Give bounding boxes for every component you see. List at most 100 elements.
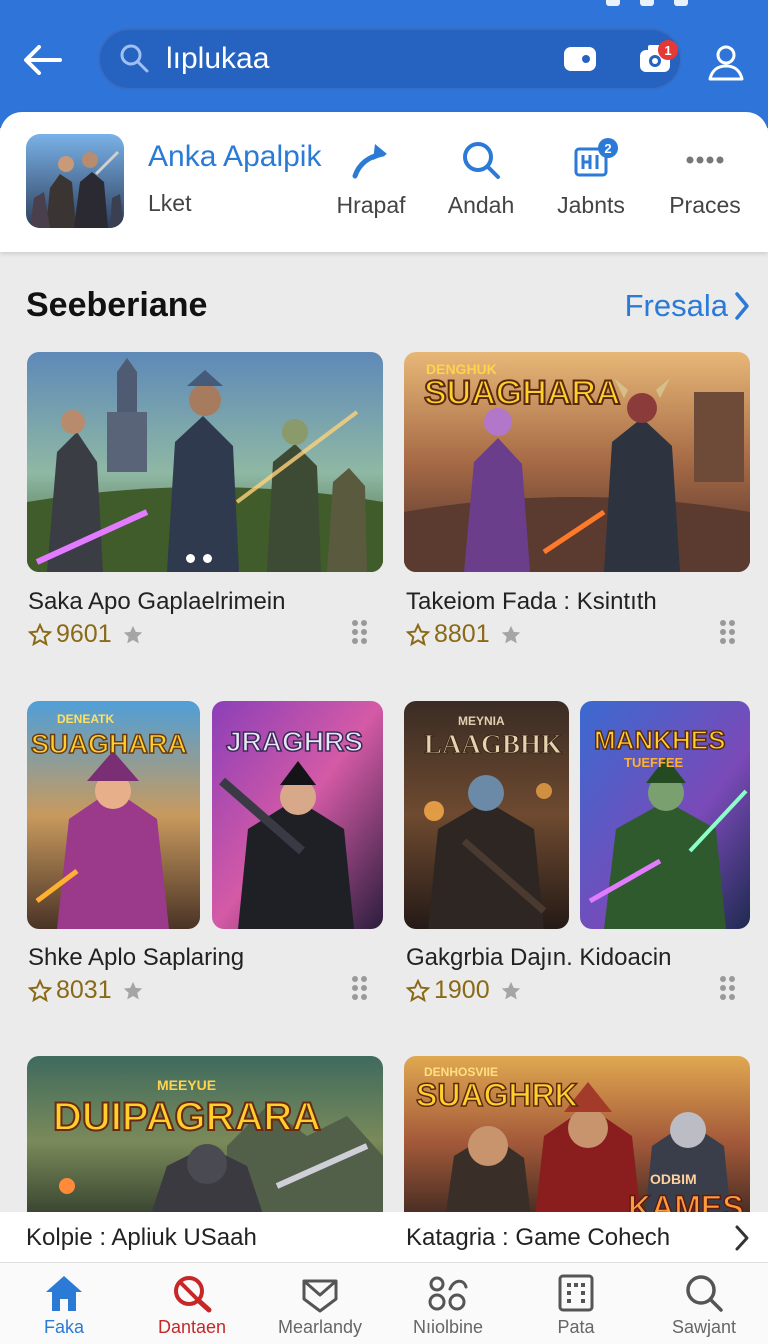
game-poster[interactable]: MANKHES TUEFFEE: [580, 701, 750, 929]
game-poster[interactable]: MEYNIA LAAGBHK: [404, 701, 569, 929]
more-options-icon[interactable]: [718, 974, 738, 1004]
dialpad-icon: [558, 1274, 594, 1312]
game-rating: 8801: [406, 620, 522, 649]
star-outline-icon: [28, 978, 52, 1002]
poster-title: DUIPAGRARA: [53, 1095, 321, 1139]
game-poster[interactable]: JRAGHRS: [212, 701, 383, 929]
quick-action-label: Praces: [669, 192, 741, 218]
app-subtitle: Lket: [148, 190, 192, 216]
game-poster[interactable]: [27, 352, 383, 572]
rating-value: 8801: [434, 620, 490, 648]
star-icon: [501, 625, 520, 643]
back-button[interactable]: [18, 36, 66, 84]
nav-label: Pata: [557, 1317, 595, 1337]
rating-value: 9601: [56, 620, 112, 648]
app-icon[interactable]: [26, 134, 124, 228]
poster-title: JRAGHRS: [226, 726, 363, 757]
poster-title: MANKHES: [594, 725, 725, 755]
game-title: Takeiom Fada : Ksintıth: [406, 588, 657, 615]
pager-dots: [186, 554, 212, 563]
bottom-navigation: Faka Dantaen Mearlandy Nıiolbine Pata Sa…: [0, 1262, 768, 1344]
see-more-link[interactable]: Fresala: [625, 288, 750, 324]
info-strip: Kolpie : Apliuk USaah Katagria : Game Co…: [0, 1212, 768, 1262]
game-rating: 1900: [406, 976, 522, 1005]
back-arrow-icon: [24, 45, 62, 75]
poster-subtitle: ODBIM: [650, 1171, 697, 1187]
blocked-search-icon: [174, 1276, 212, 1313]
app-header-card: Anka Apalpik Lket Hrapaf Andah 2 Jabnts …: [0, 112, 768, 252]
search-icon: [463, 142, 500, 179]
nav-item-apps[interactable]: Nıiolbine: [384, 1263, 512, 1344]
share-arrow-icon: [352, 144, 387, 179]
quick-action-grid[interactable]: 2 Jabnts: [536, 138, 646, 219]
count-badge: 2: [598, 138, 618, 158]
nav-label: Sawjant: [671, 1317, 737, 1337]
notification-badge: 1: [658, 40, 678, 60]
more-options-icon[interactable]: [350, 618, 370, 648]
nav-label: Dantaen: [157, 1317, 227, 1337]
more-options-icon[interactable]: [718, 618, 738, 648]
game-title: Shke Aplo Saplaring: [28, 944, 245, 971]
star-icon: [123, 981, 142, 999]
top-app-bar: 1: [0, 0, 768, 128]
rating-value: 8031: [56, 976, 112, 1004]
nav-item-mail[interactable]: Mearlandy: [256, 1263, 384, 1344]
nav-item-dialpad[interactable]: Pata: [512, 1263, 640, 1344]
poster-subtitle: MEEYUE: [157, 1077, 216, 1093]
game-poster[interactable]: DENHOSVIIE SUAGHRK ODBIM KAMES: [404, 1056, 750, 1226]
poster-subtitle: TUEFFEE: [624, 755, 684, 770]
poster-title: LAAGBHK: [424, 729, 562, 759]
quick-action-label: Hrapaf: [336, 192, 406, 218]
star-outline-icon: [28, 622, 52, 646]
nav-item-search[interactable]: Sawjant: [640, 1263, 768, 1344]
more-options-icon[interactable]: [350, 974, 370, 1004]
quick-action-label: Andah: [447, 192, 515, 218]
chevron-right-icon: [735, 292, 749, 320]
search-icon: [686, 1275, 723, 1312]
person-icon: [708, 45, 744, 81]
star-icon: [123, 625, 142, 643]
camera-button[interactable]: 1: [638, 40, 678, 78]
game-rating: 9601: [28, 620, 144, 649]
apps-icon: [428, 1276, 468, 1311]
game-title: Saka Apo Gaplaelrimein: [28, 588, 286, 615]
nav-label: Faka: [43, 1317, 85, 1337]
search-icon: [120, 44, 149, 73]
poster-title: SUAGHRK: [416, 1077, 578, 1113]
rating-value: 1900: [434, 976, 490, 1004]
strip-left-text: Kolpie : Apliuk USaah: [26, 1224, 257, 1251]
poster-title: SUAGHARA: [31, 729, 187, 759]
game-poster[interactable]: DENGHUK SUAGHARA: [404, 352, 750, 572]
poster-subtitle: DENEATK: [57, 712, 114, 726]
quick-action-share[interactable]: Hrapaf: [316, 138, 426, 219]
nav-label: Nıiolbine: [412, 1317, 484, 1337]
strip-right-text: Katagria : Game Cohech: [406, 1224, 671, 1251]
star-icon: [501, 981, 520, 999]
more-icon: [686, 156, 724, 164]
nav-label: Mearlandy: [277, 1317, 363, 1337]
star-outline-icon: [406, 978, 430, 1002]
section-title: Seeberiane: [26, 286, 208, 324]
quick-action-search[interactable]: Andah: [426, 138, 536, 219]
search-bar[interactable]: 1: [98, 28, 682, 90]
search-input[interactable]: [166, 38, 526, 80]
star-outline-icon: [406, 622, 430, 646]
status-bar: [606, 0, 688, 10]
game-poster[interactable]: MEEYUE DUIPAGRARA: [27, 1056, 383, 1226]
app-name: Anka Apalpik: [148, 140, 322, 173]
toggle-icon[interactable]: [564, 47, 596, 71]
game-title: Gakgrbia Dajın. Kidoacin: [406, 944, 672, 971]
nav-item-home[interactable]: Faka: [0, 1263, 128, 1344]
quick-action-label: Jabnts: [557, 192, 625, 218]
account-button[interactable]: [700, 36, 752, 88]
poster-subtitle: MEYNIA: [458, 714, 505, 728]
nav-item-blocked[interactable]: Dantaen: [128, 1263, 256, 1344]
home-icon: [46, 1276, 82, 1311]
mail-shield-icon: [302, 1279, 338, 1313]
quick-action-more[interactable]: Praces: [650, 138, 760, 219]
game-rating: 8031: [28, 976, 144, 1005]
chevron-right-icon[interactable]: [734, 1224, 750, 1257]
see-more-label: Fresala: [624, 288, 728, 323]
poster-title: SUAGHARA: [424, 374, 620, 412]
game-poster[interactable]: DENEATK SUAGHARA: [27, 701, 200, 929]
